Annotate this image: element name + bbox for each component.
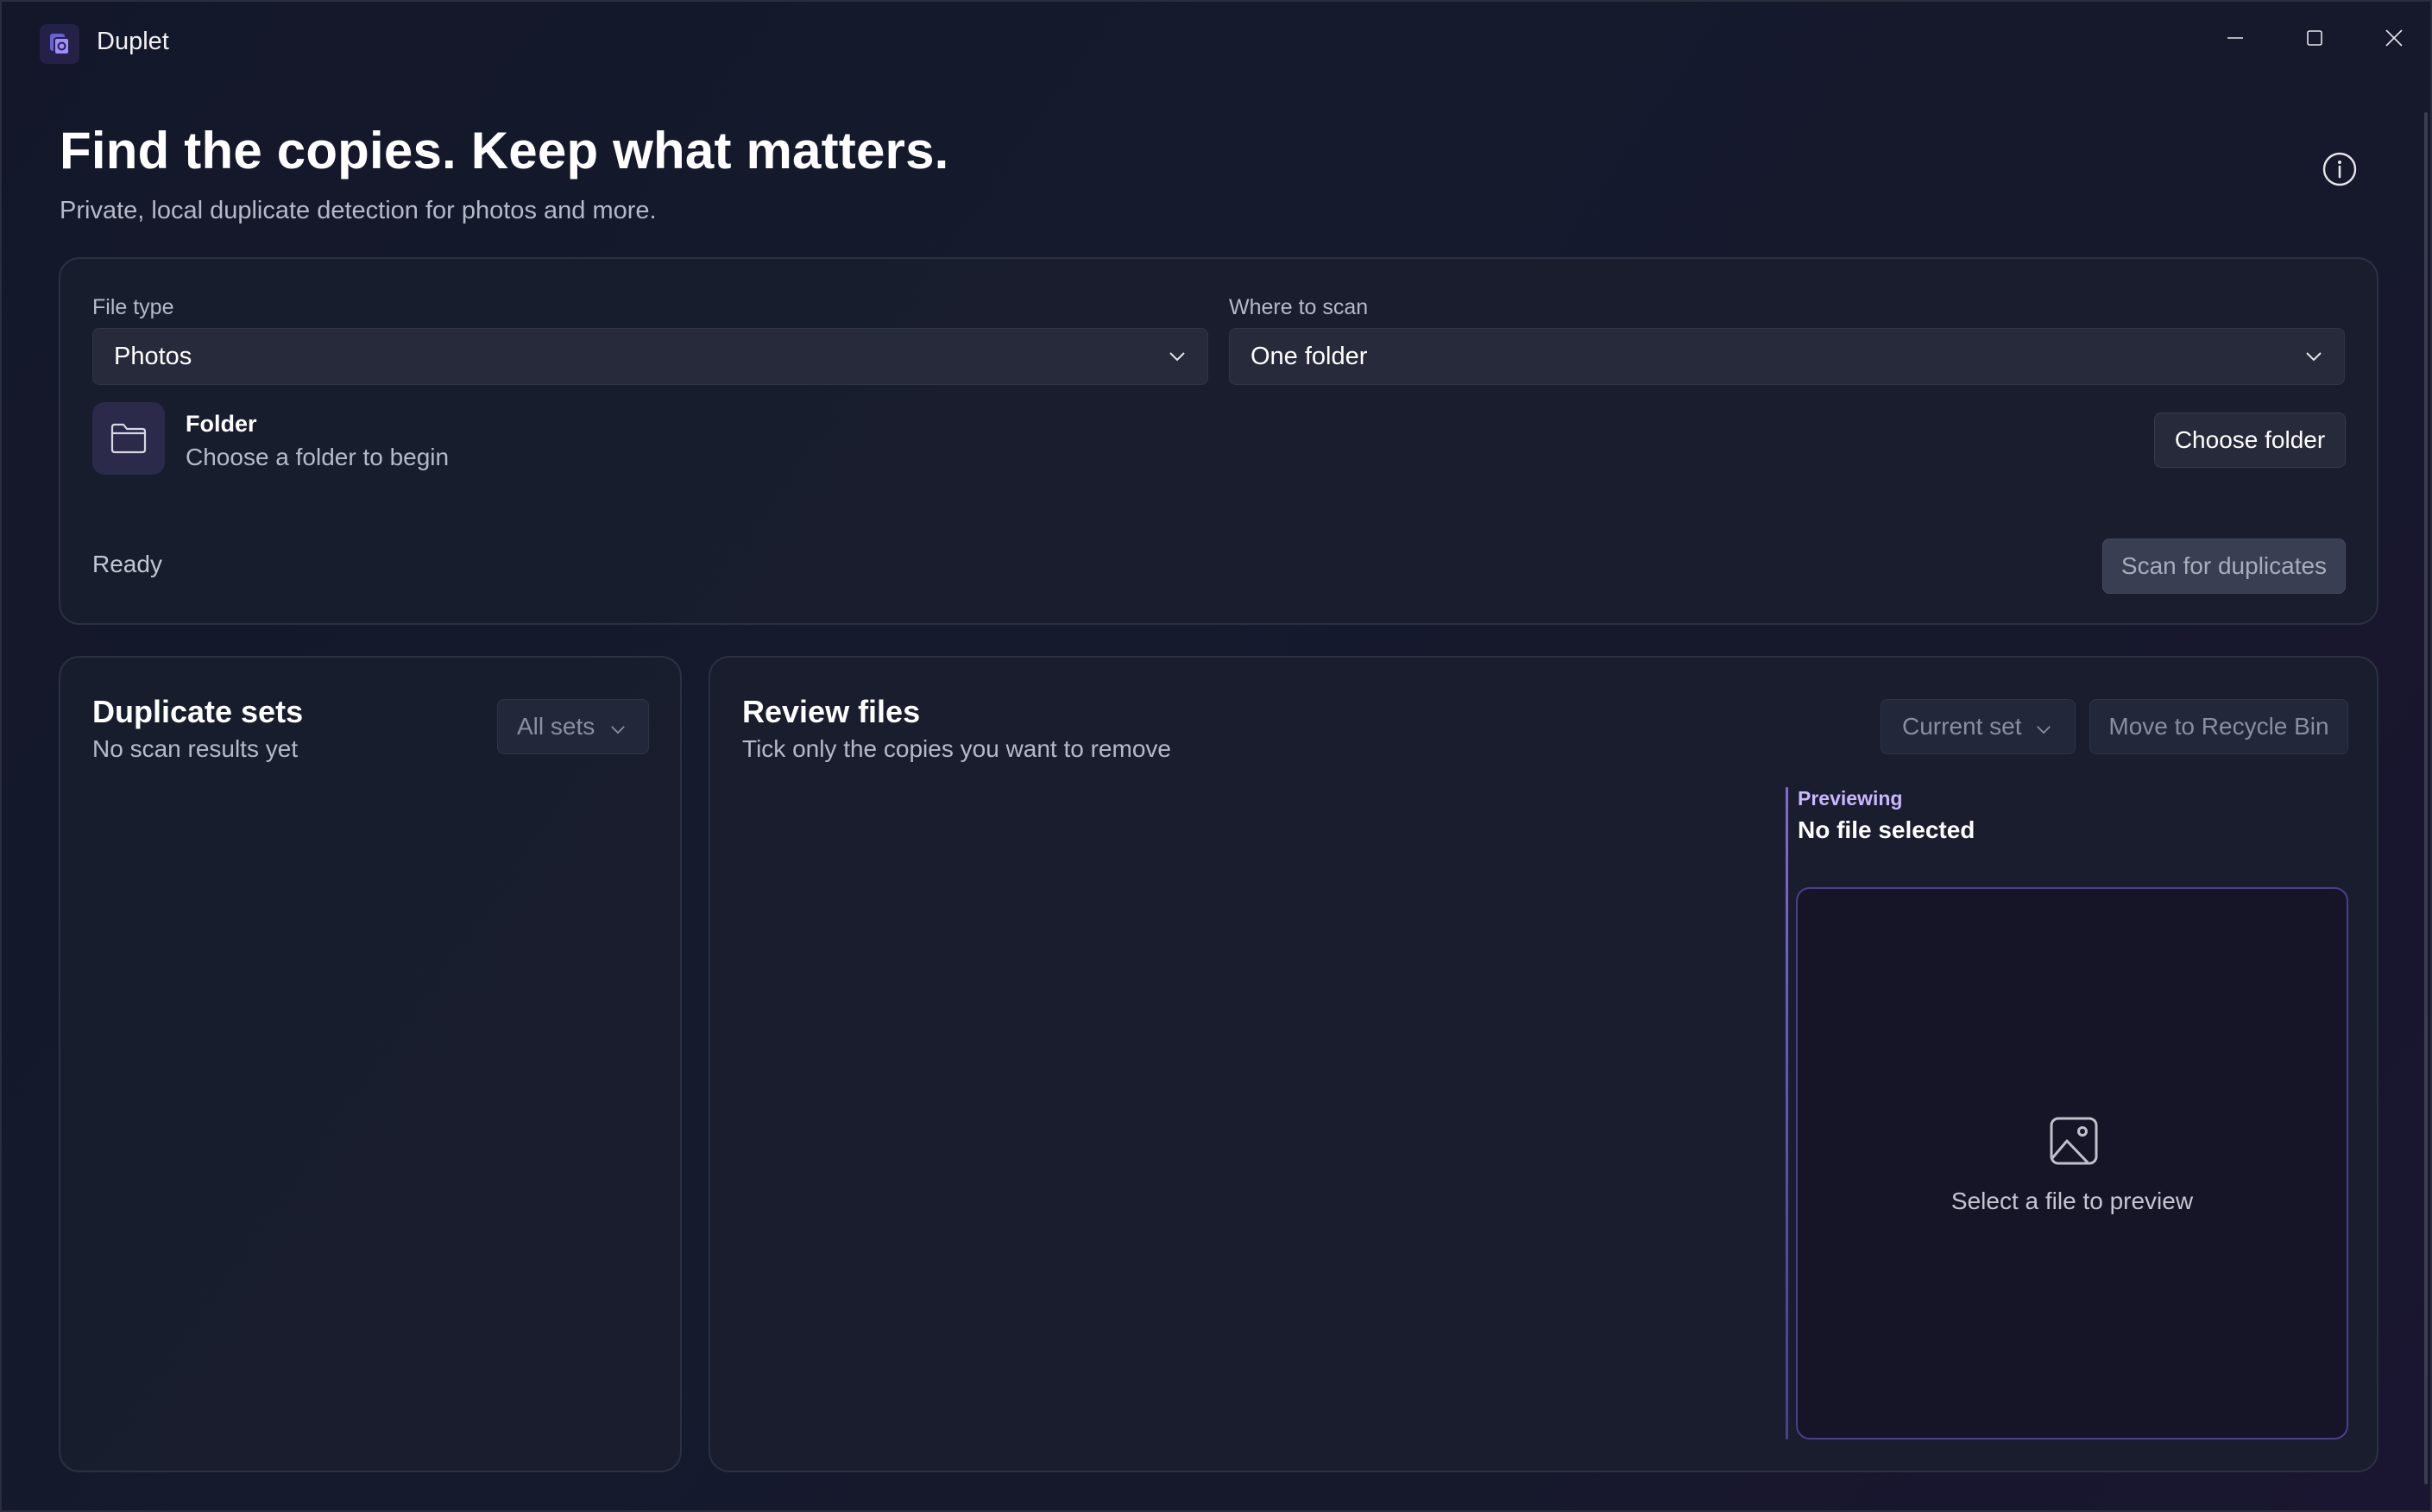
window-scrollbar[interactable]: [2424, 112, 2428, 1484]
duplet-logo-icon: [40, 24, 79, 64]
review-scope-value: Current set: [1902, 713, 2022, 740]
previewing-label: Previewing: [1798, 787, 1903, 810]
app-title: Duplet: [97, 28, 169, 55]
sets-filter-select[interactable]: All sets: [497, 699, 649, 754]
chevron-down-icon: [2304, 347, 2323, 366]
sets-filter-value: All sets: [517, 713, 595, 740]
page-title: Find the copies. Keep what matters.: [60, 122, 949, 180]
where-to-scan-label: Where to scan: [1229, 295, 1369, 319]
folder-subtitle: Choose a folder to begin: [186, 444, 450, 470]
info-button[interactable]: [2321, 150, 2359, 188]
page-subtitle: Private, local duplicate detection for p…: [60, 197, 657, 224]
status-text: Ready: [92, 551, 162, 577]
file-type-label: File type: [92, 295, 174, 319]
file-type-select[interactable]: Photos: [92, 328, 1208, 385]
image-icon: [2048, 1115, 2100, 1167]
preview-area[interactable]: Select a file to preview: [1796, 887, 2348, 1440]
review-files-title: Review files: [742, 694, 921, 729]
title-bar: Duplet: [2, 2, 2430, 81]
minimize-icon: [2227, 37, 2243, 39]
duplicate-sets-subtitle: No scan results yet: [92, 735, 299, 762]
review-scope-select[interactable]: Current set: [1881, 699, 2076, 754]
folder-title: Folder: [186, 411, 257, 437]
app-window: Duplet Find the copies. Keep what matter…: [0, 0, 2432, 1512]
chevron-down-icon: [2036, 713, 2051, 740]
move-to-recycle-bin-button[interactable]: Move to Recycle Bin: [2089, 699, 2348, 754]
file-type-value: Photos: [114, 342, 192, 370]
preview-file-name: No file selected: [1798, 816, 1975, 843]
duplicate-sets-card: Duplicate sets No scan results yet All s…: [59, 656, 682, 1472]
duplicate-sets-title: Duplicate sets: [92, 694, 304, 729]
folder-icon: [92, 402, 165, 475]
chevron-down-icon: [610, 713, 626, 740]
chevron-down-icon: [1168, 347, 1187, 366]
close-button[interactable]: [2360, 12, 2429, 64]
choose-folder-button[interactable]: Choose folder: [2154, 413, 2346, 468]
preview-hint: Select a file to preview: [1950, 1188, 2194, 1214]
maximize-button[interactable]: [2280, 12, 2349, 64]
maximize-icon: [2307, 30, 2322, 46]
review-files-subtitle: Tick only the copies you want to remove: [742, 735, 1171, 762]
scan-for-duplicates-button[interactable]: Scan for duplicates: [2102, 539, 2346, 594]
where-to-scan-select[interactable]: One folder: [1229, 328, 2345, 385]
info-icon: [2322, 152, 2357, 186]
preview-accent-rail: [1786, 787, 1788, 1440]
review-files-card: Review files Tick only the copies you wa…: [709, 656, 2378, 1472]
where-to-scan-value: One folder: [1251, 342, 1368, 370]
close-icon: [2385, 29, 2403, 47]
scan-settings-card: File type Photos Where to scan One folde…: [59, 257, 2378, 625]
minimize-button[interactable]: [2201, 12, 2270, 64]
